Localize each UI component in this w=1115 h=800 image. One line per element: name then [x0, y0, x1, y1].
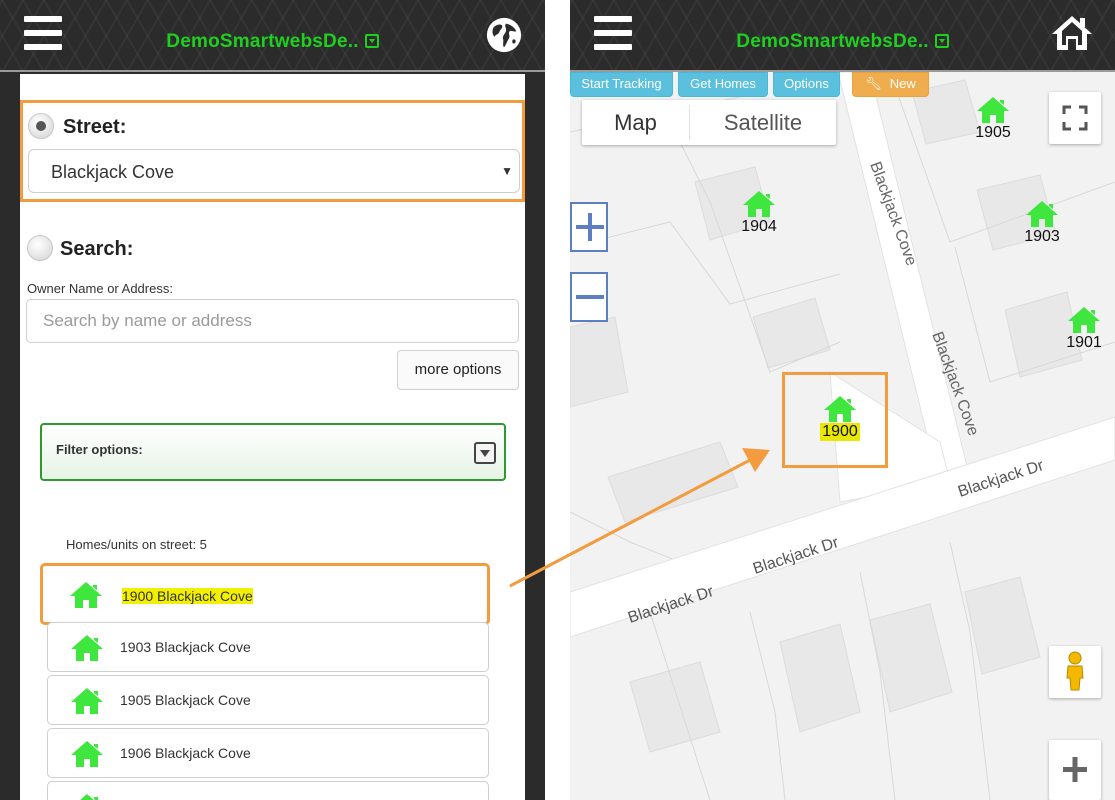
globe-icon[interactable] — [485, 16, 523, 54]
start-tracking-button[interactable]: Start Tracking — [570, 72, 673, 97]
street-label: Street: — [63, 116, 127, 138]
homes-count: Homes/units on street: 5 — [66, 537, 207, 552]
app-header: DemoSmartwebsDe.. — [0, 0, 545, 72]
street-select[interactable]: Blackjack Cove ▼ — [28, 149, 520, 193]
app-title-text: DemoSmartwebsDe.. — [166, 31, 359, 52]
new-button[interactable]: 🔧︎ New — [852, 72, 929, 97]
app-title[interactable]: DemoSmartwebsDe.. — [570, 31, 1115, 53]
zoom-in-icon[interactable] — [570, 202, 608, 252]
plus-icon — [1063, 757, 1087, 782]
owner-field-label: Owner Name or Address: — [27, 281, 173, 296]
house-icon — [71, 741, 103, 767]
house-icon — [71, 688, 103, 714]
search-input[interactable] — [26, 299, 519, 343]
marker-number: 1901 — [1066, 334, 1102, 351]
marker-number: 1905 — [975, 124, 1011, 141]
search-label: Search: — [60, 238, 134, 260]
house-marker[interactable]: 1904 — [729, 190, 789, 236]
panel-divider — [545, 0, 570, 800]
home-icon[interactable] — [1051, 14, 1093, 52]
house-icon — [1026, 201, 1058, 227]
wrench-icon: 🔧︎ — [865, 76, 882, 91]
home-address: 1906 Blackjack Cove — [120, 745, 251, 761]
house-icon — [70, 582, 102, 608]
house-marker[interactable]: 1901 — [1054, 306, 1114, 352]
search-radio[interactable] — [27, 235, 53, 261]
street-select-value: Blackjack Cove — [51, 162, 175, 182]
house-marker[interactable]: 1903 — [1012, 200, 1072, 246]
app-header: DemoSmartwebsDe.. — [570, 0, 1115, 72]
pegman-icon — [1066, 651, 1084, 691]
map-type-control: Map Satellite — [582, 100, 836, 145]
home-address: 1905 Blackjack Cove — [120, 692, 251, 708]
app-title[interactable]: DemoSmartwebsDe.. — [0, 31, 545, 53]
filter-options-toggle[interactable]: Filter options: — [40, 423, 506, 481]
chevron-down-icon — [934, 34, 949, 48]
street-view-button[interactable] — [1049, 646, 1101, 698]
chevron-down-icon: ▼ — [501, 164, 513, 178]
fullscreen-icon — [1062, 105, 1088, 131]
street-radio[interactable] — [28, 113, 54, 139]
map-type-satellite-button[interactable]: Satellite — [690, 100, 836, 145]
more-options-button[interactable]: more options — [397, 350, 519, 390]
house-marker-selected[interactable]: 1900 — [810, 395, 870, 441]
house-icon — [80, 794, 98, 800]
street-list-panel: DemoSmartwebsDe.. Street: Blackjack Cove… — [0, 0, 545, 800]
chevron-down-icon — [364, 34, 379, 48]
options-button[interactable]: Options — [773, 72, 840, 97]
map-view[interactable]: Blackjack Cove Blackjack Cove Blackjack … — [570, 72, 1115, 800]
house-icon — [743, 191, 775, 217]
fullscreen-button[interactable] — [1049, 92, 1101, 144]
map-type-map-button[interactable]: Map — [582, 100, 689, 145]
new-button-label: New — [889, 76, 916, 91]
marker-number: 1900 — [820, 423, 860, 441]
add-button[interactable] — [1049, 740, 1101, 800]
marker-number: 1903 — [1024, 228, 1060, 245]
home-address: 1900 Blackjack Cove — [122, 588, 253, 604]
house-icon — [824, 396, 856, 422]
app-title-text: DemoSmartwebsDe.. — [736, 31, 929, 52]
map-panel: DemoSmartwebsDe.. Blackjack Cove Blackja… — [570, 0, 1115, 800]
search-form: Street: Blackjack Cove ▼ Search: Owner N… — [20, 74, 525, 800]
marker-number: 1904 — [741, 218, 777, 235]
home-list-item[interactable]: 1903 Blackjack Cove — [47, 622, 489, 672]
get-homes-button[interactable]: Get Homes — [678, 72, 768, 97]
home-list-item[interactable] — [47, 781, 489, 800]
house-icon — [1068, 307, 1100, 333]
home-list-item[interactable]: 1900 Blackjack Cove — [40, 563, 490, 625]
street-selector-group: Street: Blackjack Cove ▼ — [20, 100, 525, 202]
house-icon — [71, 635, 103, 661]
chevron-down-icon — [474, 442, 496, 464]
filter-options-label: Filter options: — [56, 442, 143, 457]
house-marker[interactable]: 1905 — [963, 96, 1023, 142]
house-icon — [977, 97, 1009, 123]
zoom-out-icon[interactable] — [570, 272, 608, 322]
home-address: 1903 Blackjack Cove — [120, 639, 251, 655]
home-list-item[interactable]: 1906 Blackjack Cove — [47, 728, 489, 778]
home-list-item[interactable]: 1905 Blackjack Cove — [47, 675, 489, 725]
